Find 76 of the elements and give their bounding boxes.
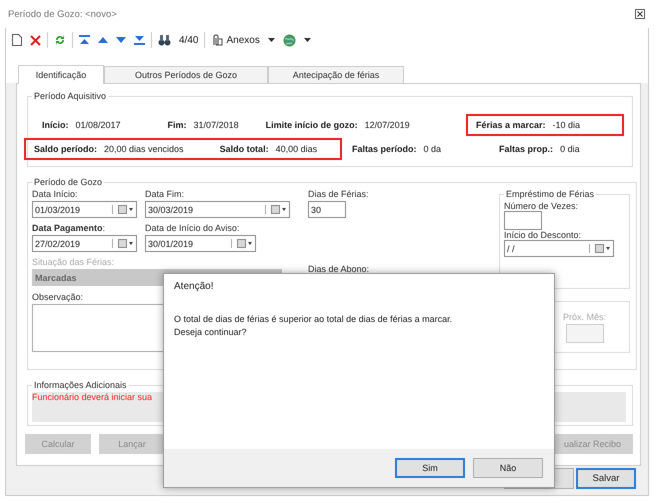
input-field[interactable] [504,211,542,230]
window-title: Período de Gozo: <novo> [8,8,117,20]
field-value: 31/07/2018 [194,120,239,130]
field-label: Férias a marcar: [476,120,546,130]
new-document-icon[interactable] [12,34,22,46]
group-title: Empréstimo de Férias [505,189,596,199]
field-value: 12/07/2019 [364,120,410,130]
field-label: Data Fim: [145,189,186,201]
dialog-button[interactable]: Sim [395,458,465,478]
input-field[interactable] [566,324,604,342]
calendar-dropdown-icon[interactable] [231,239,253,248]
field-label: Faltas prop.: [499,144,554,154]
date-field[interactable]: 30/01/2019 [145,235,256,252]
group-title: Informações Adicionais [33,380,128,390]
field-label: Dias de Férias: [308,189,369,201]
tab[interactable]: Antecipação de férias [268,66,404,83]
calendar-dropdown-icon[interactable] [112,239,134,248]
attachments-button[interactable]: Anexos [211,34,260,46]
field-value: 40,00 dias [276,144,318,154]
input-field[interactable]: 30 [308,201,346,218]
field-label: Observação: [32,292,84,304]
field-label: Próx. Mês: [562,312,606,324]
field-label: Saldo total: [220,144,269,154]
field-label: Data Início: [32,189,79,201]
field-value: 27/02/2019 [35,238,80,248]
save-button[interactable]: Salvar [576,468,636,489]
field-label: Situação das Férias: [32,257,116,269]
tab[interactable]: Outros Períodos de Gozo [104,66,268,83]
calendar-dropdown-icon[interactable] [589,244,611,253]
group-title: Período Aquisitivo [33,91,108,101]
date-field[interactable]: 01/03/2019 [32,201,137,218]
field-label: Data de Início do Aviso: [145,223,240,235]
field-label: Início: [42,120,68,130]
dialog-message: Deseja continuar? [174,327,248,337]
group-title: Período de Gozo [33,177,104,187]
field-value: 01/03/2019 [35,204,80,214]
field-label: Limite início de gozo: [266,120,358,130]
field-value: 30 [311,204,322,214]
record-counter: 4/40 [179,34,198,46]
globe-icon[interactable] [282,34,296,46]
previous-icon[interactable] [98,37,108,43]
field-label: Início do Desconto: [504,230,582,240]
field-value: 0 da [424,144,442,154]
field-label: Fim: [168,120,187,130]
field-label: Faltas período: [352,144,417,154]
field-value: 01/08/2017 [76,120,121,130]
field-value: 0 dia [560,144,580,154]
first-record-icon[interactable] [79,35,90,45]
field-value: 20,00 dias vencidos [104,144,184,154]
warning-message: Funcionário deverá iniciar sua [32,392,152,402]
date-field[interactable]: 27/02/2019 [32,235,137,252]
calendar-dropdown-icon[interactable] [265,205,287,214]
field-value: 30/03/2019 [148,204,194,214]
caret-icon[interactable] [268,38,275,42]
calendar-dropdown-icon[interactable] [112,205,134,214]
field-label: Data Pagamento: [32,223,106,235]
date-field[interactable]: 30/03/2019 [145,201,290,218]
dialog-button[interactable]: Não [473,458,543,478]
field-value: -10 dia [552,120,580,130]
field-label: Saldo período: [34,144,97,154]
date-field[interactable]: / / [504,240,614,257]
close-icon[interactable] [635,9,645,19]
dialog-message: O total de dias de férias é superior ao total de dias de férias a marcar. [174,314,454,324]
field-value: 30/01/2019 [148,238,194,248]
field-label: Dias de Abono: [308,264,370,276]
next-icon[interactable] [116,37,126,43]
binoculars-icon[interactable] [158,34,171,46]
last-record-icon[interactable] [134,35,145,45]
refresh-icon[interactable] [54,34,66,46]
paperclip-icon [211,34,224,46]
caret-icon[interactable] [304,38,311,42]
field-value: Marcadas [35,272,77,282]
delete-icon[interactable] [30,34,41,46]
field-value: / / [507,244,515,254]
tab[interactable]: Identificação [18,65,104,84]
field-label: Número de Vezes: [504,201,578,211]
